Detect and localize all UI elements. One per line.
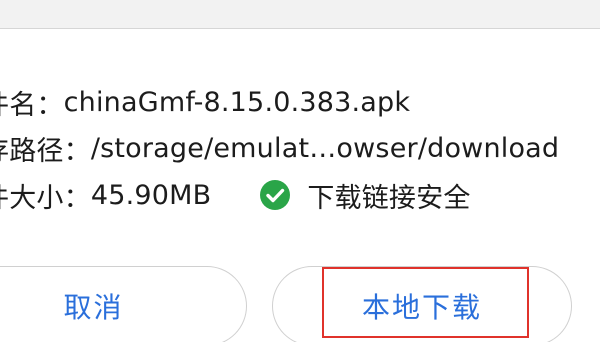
file-size-row: 件大小： 45.90MB 下载链接安全 <box>0 175 471 215</box>
local-download-button-label: 本地下载 <box>361 291 482 324</box>
download-dialog: 件名： chinaGmf-8.15.0.383.apk 存路径： /storag… <box>0 0 600 342</box>
dialog-top-band <box>0 0 600 28</box>
divider <box>0 28 600 29</box>
file-name-label: 件名： <box>0 89 64 121</box>
file-name-row: 件名： chinaGmf-8.15.0.383.apk <box>0 82 410 122</box>
save-path-value[interactable]: /storage/emulat…owser/download <box>91 133 559 164</box>
save-path-row: 存路径： /storage/emulat…owser/download <box>0 128 559 168</box>
safety-text: 下载链接安全 <box>307 182 471 214</box>
file-name-value: chinaGmf-8.15.0.383.apk <box>63 86 411 118</box>
safety-status: 下载链接安全 <box>259 176 470 215</box>
cancel-button-label: 取消 <box>63 291 124 324</box>
save-path-label: 存路径： <box>0 135 91 167</box>
local-download-button[interactable]: 本地下载 <box>272 266 572 342</box>
file-size-value: 45.90MB <box>90 179 212 211</box>
file-size-label: 件大小： <box>0 182 91 214</box>
check-circle-icon <box>260 180 291 210</box>
cancel-button[interactable]: 取消 <box>0 266 247 342</box>
